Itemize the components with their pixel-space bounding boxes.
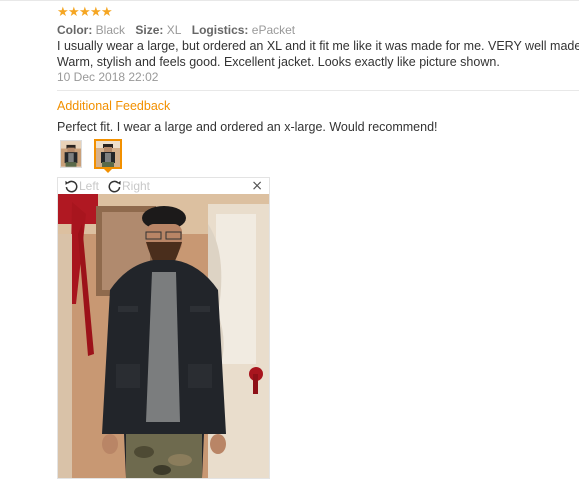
photo-viewer: Left Right × (57, 177, 270, 479)
attr-size-key: Size: (135, 23, 164, 37)
attr-color-key: Color: (57, 23, 93, 37)
customer-photo (58, 194, 269, 478)
rotate-left-button[interactable]: Left (64, 178, 99, 194)
star-icon: ★ (90, 5, 102, 20)
thumbnail-image (96, 141, 120, 167)
photo-thumbnail-selected[interactable] (94, 139, 122, 169)
photo-viewer-toolbar: Left Right × (58, 178, 269, 194)
attr-logistics-value: ePacket (251, 23, 296, 37)
review-text-line: I usually wear a large, but ordered an X… (57, 39, 579, 53)
star-icon: ★ (79, 5, 91, 20)
rotate-right-button[interactable]: Right (107, 178, 150, 194)
attr-size-value: XL (166, 23, 182, 37)
top-divider (0, 0, 579, 1)
attr-color-value: Black (95, 23, 126, 37)
order-attributes: Color: Black Size: XL Logistics: ePacket (57, 22, 302, 38)
review-text: I usually wear a large, but ordered an X… (57, 38, 579, 70)
star-icon: ★ (101, 5, 113, 20)
additional-feedback-title: Additional Feedback (57, 99, 171, 113)
rotate-right-label: Right (122, 179, 151, 193)
thumbnail-image (61, 141, 81, 167)
star-icon: ★ (68, 5, 80, 20)
attr-logistics-key: Logistics: (191, 23, 249, 37)
additional-feedback-text: Perfect fit. I wear a large and ordered … (57, 120, 438, 134)
section-divider (57, 90, 579, 91)
rotate-right-icon (108, 180, 121, 192)
rotate-left-icon (65, 180, 78, 192)
selected-thumbnail-indicator (103, 168, 113, 173)
review-item: ★ ★ ★ ★ ★ Color: Black Size: XL Logistic… (0, 0, 579, 479)
star-icon: ★ (57, 5, 69, 20)
close-icon[interactable]: × (251, 178, 263, 194)
review-text-line: Warm, stylish and feels good. Excellent … (57, 55, 500, 69)
star-rating: ★ ★ ★ ★ ★ (57, 5, 113, 20)
rotate-left-label: Left (79, 179, 100, 193)
customer-photo-image (58, 194, 269, 478)
review-date: 10 Dec 2018 22:02 (57, 70, 159, 84)
photo-thumbnail[interactable] (60, 140, 82, 168)
